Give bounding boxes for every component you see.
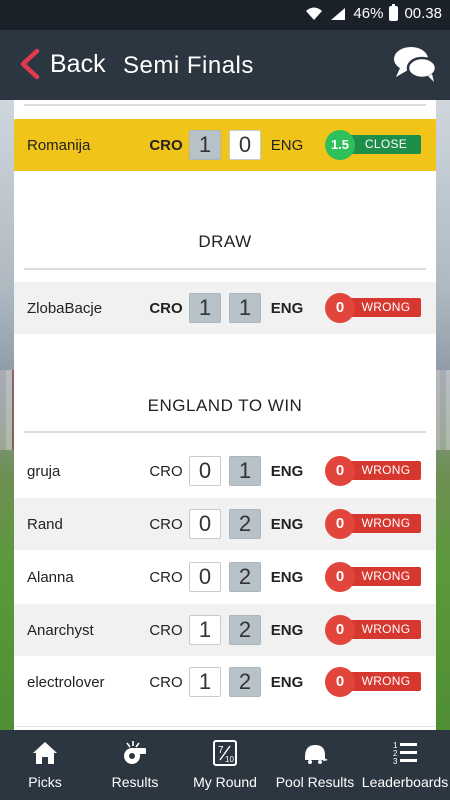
result-badge[interactable]: WRONG 0 bbox=[325, 667, 421, 697]
team-away: ENG bbox=[270, 568, 304, 586]
table-row[interactable]: ZlobaBacje CRO 1 1 ENG WRONG 0 bbox=[14, 282, 436, 334]
table-row[interactable]: gruja CRO 0 1 ENG WRONG 0 bbox=[14, 445, 436, 497]
nav-leaderboards[interactable]: 1 2 3 Leaderboards bbox=[360, 730, 450, 800]
battery-percent: 46% bbox=[353, 5, 384, 22]
home-score: 0 bbox=[189, 562, 221, 592]
svg-text:10: 10 bbox=[225, 755, 234, 764]
nav-picks[interactable]: Picks bbox=[0, 730, 90, 800]
points-circle: 0 bbox=[325, 667, 355, 697]
nav-results[interactable]: Results bbox=[90, 730, 180, 800]
team-away: ENG bbox=[270, 136, 304, 154]
back-label: Back bbox=[50, 49, 106, 78]
svg-text:7: 7 bbox=[218, 745, 224, 756]
bottom-nav: Picks Results 7 10 My Round Pool Results bbox=[0, 730, 450, 800]
result-badge[interactable]: WRONG 0 bbox=[325, 509, 421, 539]
team-home: CRO bbox=[149, 136, 183, 154]
team-away: ENG bbox=[270, 673, 304, 691]
section-divider bbox=[24, 431, 426, 433]
away-score: 2 bbox=[229, 562, 261, 592]
result-badge[interactable]: WRONG 0 bbox=[325, 293, 421, 323]
home-score: 0 bbox=[189, 456, 221, 486]
team-home: CRO bbox=[149, 568, 183, 586]
table-row[interactable]: Romanija CRO 1 0 ENG CLOSE 1.5 bbox=[14, 119, 436, 171]
team-home: CRO bbox=[149, 299, 183, 317]
points-circle: 0 bbox=[325, 293, 355, 323]
nav-label: Leaderboards bbox=[361, 774, 449, 790]
section-title-england-to-win: ENGLAND TO WIN bbox=[147, 396, 303, 415]
points-circle: 0 bbox=[325, 562, 355, 592]
nav-label: Results bbox=[111, 774, 159, 790]
points-circle: 0 bbox=[325, 456, 355, 486]
section-divider bbox=[24, 268, 426, 270]
chevron-left-icon bbox=[20, 48, 40, 80]
player-name: Anarchyst bbox=[27, 621, 94, 639]
team-away: ENG bbox=[270, 515, 304, 533]
home-icon bbox=[33, 742, 57, 764]
player-name: Alanna bbox=[27, 568, 74, 586]
points-circle: 0 bbox=[325, 509, 355, 539]
team-home: CRO bbox=[149, 673, 183, 691]
player-name: electrolover bbox=[27, 673, 105, 691]
player-name: Rand bbox=[27, 515, 63, 533]
app-header: Back Semi Finals bbox=[0, 30, 450, 100]
chat-icon[interactable] bbox=[392, 44, 438, 84]
points-circle: 0 bbox=[325, 615, 355, 645]
away-score: 1 bbox=[229, 293, 261, 323]
section-title-draw: DRAW bbox=[198, 232, 252, 251]
whistle-icon bbox=[124, 741, 146, 764]
team-home: CRO bbox=[149, 515, 183, 533]
nav-pool-results[interactable]: Pool Results bbox=[270, 730, 360, 800]
cap-icon bbox=[305, 745, 328, 764]
page-title: Semi Finals bbox=[123, 52, 254, 79]
table-row[interactable]: Alanna CRO 0 2 ENG WRONG 0 bbox=[14, 551, 436, 603]
team-away: ENG bbox=[270, 299, 304, 317]
away-score: 2 bbox=[229, 615, 261, 645]
nav-label: Picks bbox=[28, 774, 62, 790]
home-score: 1 bbox=[189, 130, 221, 160]
team-away: ENG bbox=[270, 621, 304, 639]
player-name: ZlobaBacje bbox=[27, 299, 103, 317]
away-score: 1 bbox=[229, 456, 261, 486]
table-row[interactable]: Anarchyst CRO 1 2 ENG WRONG 0 bbox=[14, 604, 436, 656]
player-name: Romanija bbox=[27, 136, 91, 154]
result-badge[interactable]: CLOSE 1.5 bbox=[325, 130, 421, 160]
nav-my-round[interactable]: 7 10 My Round bbox=[180, 730, 270, 800]
battery-icon bbox=[389, 4, 399, 21]
nav-label: My Round bbox=[193, 774, 257, 790]
nav-label: Pool Results bbox=[275, 774, 355, 790]
points-circle: 1.5 bbox=[325, 130, 355, 160]
team-home: CRO bbox=[149, 462, 183, 480]
section-divider bbox=[24, 104, 426, 106]
player-name: gruja bbox=[27, 462, 61, 480]
result-badge[interactable]: WRONG 0 bbox=[325, 562, 421, 592]
home-score: 1 bbox=[189, 293, 221, 323]
away-score: 2 bbox=[229, 509, 261, 539]
home-score: 1 bbox=[189, 667, 221, 697]
result-badge[interactable]: WRONG 0 bbox=[325, 456, 421, 486]
section-divider bbox=[14, 726, 436, 727]
clock-time: 00.38 bbox=[404, 5, 442, 22]
round-score-icon: 7 10 bbox=[213, 740, 237, 766]
table-row[interactable]: Rand CRO 0 2 ENG WRONG 0 bbox=[14, 498, 436, 550]
result-badge[interactable]: WRONG 0 bbox=[325, 615, 421, 645]
wifi-icon bbox=[306, 7, 323, 20]
away-score: 0 bbox=[229, 130, 261, 160]
svg-text:3: 3 bbox=[393, 757, 398, 766]
away-score: 2 bbox=[229, 667, 261, 697]
home-score: 0 bbox=[189, 509, 221, 539]
ranked-list-icon: 1 2 3 bbox=[393, 741, 417, 766]
team-away: ENG bbox=[270, 462, 304, 480]
status-bar: 46% 00.38 bbox=[0, 0, 450, 30]
back-button[interactable]: Back bbox=[18, 48, 106, 80]
team-home: CRO bbox=[149, 621, 183, 639]
signal-icon bbox=[331, 7, 346, 20]
home-score: 1 bbox=[189, 615, 221, 645]
table-row[interactable]: electrolover CRO 1 2 ENG WRONG 0 bbox=[14, 656, 436, 708]
results-panel[interactable]: Romanija CRO 1 0 ENG CLOSE 1.5 DRAW Zlob… bbox=[14, 100, 436, 730]
